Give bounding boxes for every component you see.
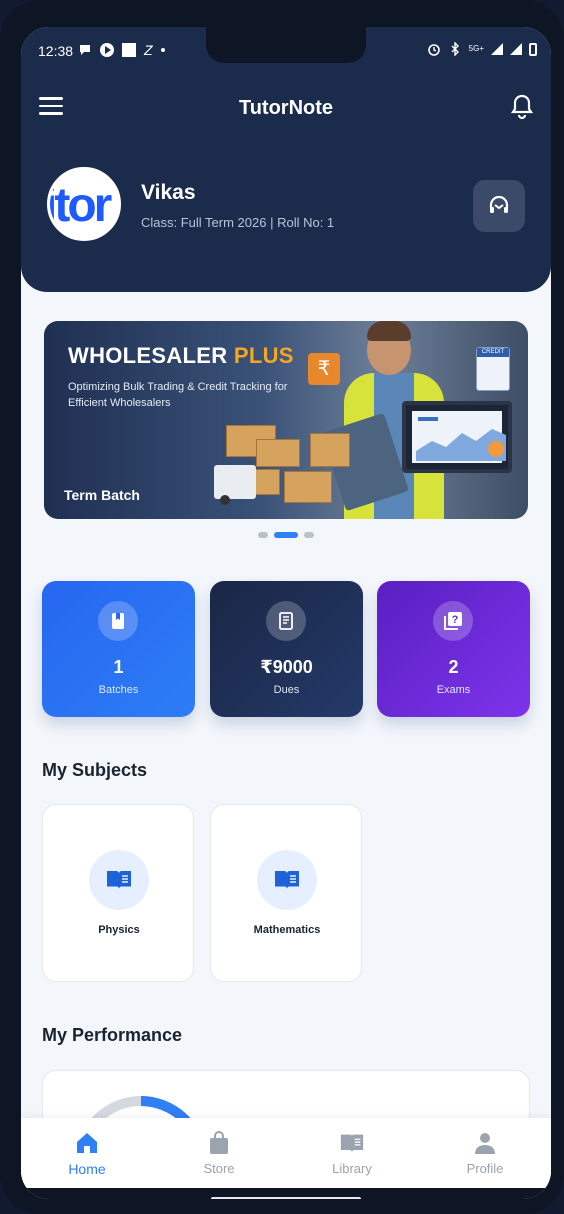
subject-name: Mathematics — [253, 924, 321, 936]
credit-label: CREDIT — [477, 348, 509, 357]
home-icon — [77, 1133, 97, 1153]
carousel-dot-active[interactable] — [274, 532, 298, 538]
support-button[interactable] — [473, 180, 525, 232]
signal-icon-1 — [491, 43, 503, 55]
battery-icon — [529, 42, 537, 56]
banner-credit-card: CREDIT — [476, 347, 510, 391]
open-book-icon — [275, 871, 299, 889]
promo-banner[interactable]: CREDIT ₹ WHOLESALER PLUS Optimizing Bulk… — [44, 321, 528, 519]
signal-icon-2 — [510, 43, 522, 55]
banner-box — [284, 471, 332, 503]
bottom-nav: Home Store Library Profile — [21, 1118, 551, 1188]
top-bar: TutorNote — [21, 89, 551, 129]
batches-card[interactable]: 1 Batches — [42, 581, 195, 717]
subject-card-mathematics[interactable]: Mathematics — [210, 804, 362, 982]
dues-value: ₹9000 — [260, 657, 313, 677]
nav-label: Store — [203, 1161, 235, 1176]
book-icon — [112, 613, 124, 629]
question-book-icon: ? — [444, 612, 462, 630]
banner-title-main: WHOLESALER — [68, 343, 234, 368]
exams-value: 2 — [448, 657, 459, 677]
receipt-icon — [279, 612, 293, 630]
banner-person-hair — [367, 321, 411, 341]
status-icons-right: 5G+ — [427, 42, 537, 56]
status-extra: Z — [144, 42, 153, 58]
stat-icon-container: ? — [433, 601, 473, 641]
app-screen: 12:38 Z 5G+ TutorNote itor Vikas Class: … — [21, 27, 551, 1199]
library-icon — [340, 1134, 364, 1153]
dues-label: Dues — [273, 684, 300, 696]
play-icon — [100, 43, 114, 57]
nav-profile[interactable]: Profile — [419, 1118, 551, 1188]
subject-card-physics[interactable]: Physics — [42, 804, 194, 982]
nav-label: Profile — [466, 1161, 504, 1176]
nav-label: Home — [68, 1161, 106, 1177]
subject-icon-container — [89, 850, 149, 910]
subjects-section-title: My Subjects — [42, 760, 148, 780]
subject-icon-container — [257, 850, 317, 910]
exams-card[interactable]: ? 2 Exams — [377, 581, 530, 717]
stat-icon-container — [266, 601, 306, 641]
banner-title: WHOLESALER PLUS — [68, 343, 294, 369]
rupee-icon: ₹ — [308, 353, 340, 385]
person-icon — [475, 1133, 495, 1154]
status-icons-left: Z — [78, 42, 165, 58]
bag-icon — [210, 1131, 228, 1154]
banner-box — [256, 439, 300, 467]
stat-icon-container — [98, 601, 138, 641]
banner-box — [310, 433, 350, 467]
alarm-icon — [427, 44, 440, 56]
dues-card[interactable]: ₹9000 Dues — [210, 581, 363, 717]
app-title: TutorNote — [238, 97, 334, 119]
nav-store[interactable]: Store — [153, 1118, 285, 1188]
nav-label: Library — [332, 1161, 372, 1176]
gesture-handle[interactable] — [211, 1197, 361, 1199]
network-label: 5G+ — [468, 44, 484, 53]
carousel-dot[interactable] — [258, 532, 268, 538]
svg-text:?: ? — [452, 614, 459, 626]
subject-name: Physics — [98, 924, 140, 936]
banner-title-accent: PLUS — [233, 343, 294, 368]
banner-subtitle: Optimizing Bulk Trading & Credit Trackin… — [68, 381, 288, 409]
bluetooth-icon — [451, 42, 459, 56]
carousel-dot[interactable] — [304, 532, 314, 538]
bell-icon[interactable] — [509, 93, 535, 121]
square-icon — [122, 43, 136, 57]
banner-label: Term Batch — [64, 487, 140, 503]
status-bar: 12:38 Z 5G+ — [21, 27, 551, 71]
nav-home[interactable]: Home — [21, 1118, 153, 1188]
nav-library[interactable]: Library — [286, 1118, 418, 1188]
avatar[interactable]: itor — [47, 167, 121, 241]
exams-label: Exams — [436, 684, 471, 696]
batches-value: 1 — [113, 657, 124, 677]
chat-bubble-icon — [80, 45, 90, 55]
profile-meta: Class: Full Term 2026 | Roll No: 1 — [141, 215, 335, 230]
headset-icon — [489, 195, 509, 213]
avatar-text: itor — [47, 179, 112, 232]
status-time: 12:38 — [38, 43, 74, 59]
banner-monitor-screen — [412, 411, 506, 463]
banner-truck — [214, 465, 256, 499]
dot-icon — [160, 48, 165, 52]
profile-name: Vikas — [141, 181, 196, 204]
open-book-icon — [107, 871, 131, 889]
performance-section-title: My Performance — [42, 1025, 183, 1045]
chart-graphic-icon — [416, 417, 506, 461]
batches-label: Batches — [98, 684, 139, 696]
banner-truck-wheel — [220, 495, 230, 505]
banner-monitor — [402, 401, 512, 473]
carousel-dots — [21, 532, 551, 538]
